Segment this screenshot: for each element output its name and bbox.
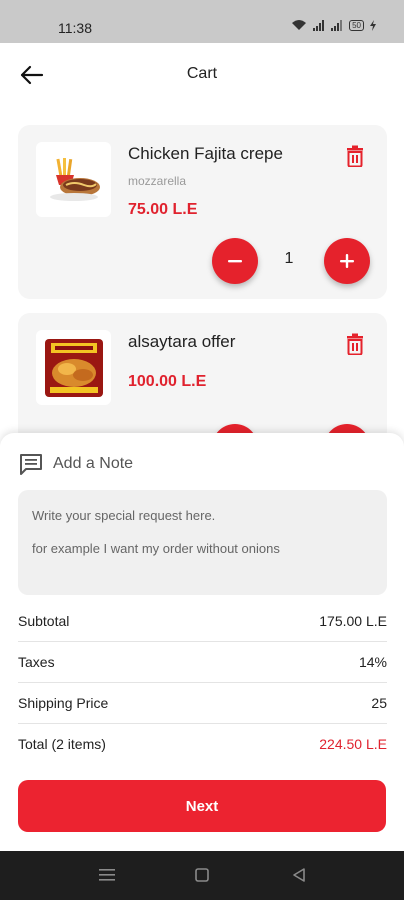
menu-icon[interactable] bbox=[99, 868, 115, 882]
next-button[interactable]: Next bbox=[18, 780, 386, 832]
app-header: Cart bbox=[0, 43, 404, 107]
system-nav-bar bbox=[0, 851, 404, 900]
status-icons: 50 bbox=[291, 19, 376, 31]
shipping-value: 25 bbox=[371, 695, 387, 711]
product-image bbox=[36, 330, 111, 405]
home-icon[interactable] bbox=[195, 868, 209, 882]
order-summary-sheet: Add a Note Write your special request he… bbox=[0, 433, 404, 851]
total-value: 224.50 L.E bbox=[319, 735, 387, 752]
note-placeholder-line-1: Write your special request here. bbox=[32, 508, 216, 523]
add-note-title: Add a Note bbox=[53, 455, 134, 472]
food-image bbox=[49, 157, 100, 201]
item-name: Chicken Fajita crepe bbox=[128, 144, 283, 163]
trash-icon[interactable] bbox=[345, 145, 365, 167]
page-title: Cart bbox=[186, 65, 218, 82]
food-image bbox=[44, 338, 103, 397]
taxes-row: Taxes 14% bbox=[18, 642, 387, 683]
item-subtitle: mozzarella bbox=[128, 174, 187, 188]
shipping-row: Shipping Price 25 bbox=[18, 683, 387, 724]
back-nav-icon[interactable] bbox=[292, 868, 306, 882]
subtotal-label: Subtotal bbox=[18, 613, 70, 629]
item-name: alsaytara offer bbox=[128, 332, 236, 351]
plus-icon bbox=[340, 254, 354, 268]
battery-icon: 50 bbox=[349, 19, 364, 31]
subtotal-row: Subtotal 175.00 L.E bbox=[18, 601, 387, 642]
item-price: 75.00 L.E bbox=[128, 201, 198, 218]
increase-quantity-button[interactable] bbox=[324, 238, 370, 284]
quantity-value: 1 bbox=[284, 250, 294, 267]
status-time: 11:38 bbox=[58, 20, 92, 36]
charging-icon bbox=[370, 19, 376, 31]
total-label: Total (2 items) bbox=[18, 735, 106, 752]
taxes-value: 14% bbox=[358, 654, 387, 670]
cart-item: Chicken Fajita crepe mozzarella 75.00 L.… bbox=[18, 125, 387, 299]
wifi-icon bbox=[292, 20, 307, 30]
shipping-label: Shipping Price bbox=[18, 695, 109, 711]
product-image bbox=[36, 142, 111, 217]
signal-icon-2 bbox=[331, 19, 343, 31]
minus-icon bbox=[228, 260, 242, 263]
status-bar: 11:38 50 bbox=[0, 0, 404, 43]
note-input[interactable]: Write your special request here. for exa… bbox=[18, 490, 387, 595]
taxes-label: Taxes bbox=[18, 654, 55, 670]
signal-icon bbox=[313, 19, 325, 31]
cart-item: alsaytara offer 100.00 L.E bbox=[18, 313, 387, 443]
add-note-header[interactable]: Add a Note bbox=[19, 453, 133, 475]
total-row: Total (2 items) 224.50 L.E bbox=[18, 723, 387, 764]
decrease-quantity-button[interactable] bbox=[212, 238, 258, 284]
note-placeholder-line-2: for example I want my order without onio… bbox=[32, 541, 280, 556]
note-icon bbox=[20, 454, 42, 475]
subtotal-value: 175.00 L.E bbox=[319, 613, 387, 629]
trash-icon[interactable] bbox=[345, 333, 365, 355]
item-price: 100.00 L.E bbox=[128, 373, 207, 390]
